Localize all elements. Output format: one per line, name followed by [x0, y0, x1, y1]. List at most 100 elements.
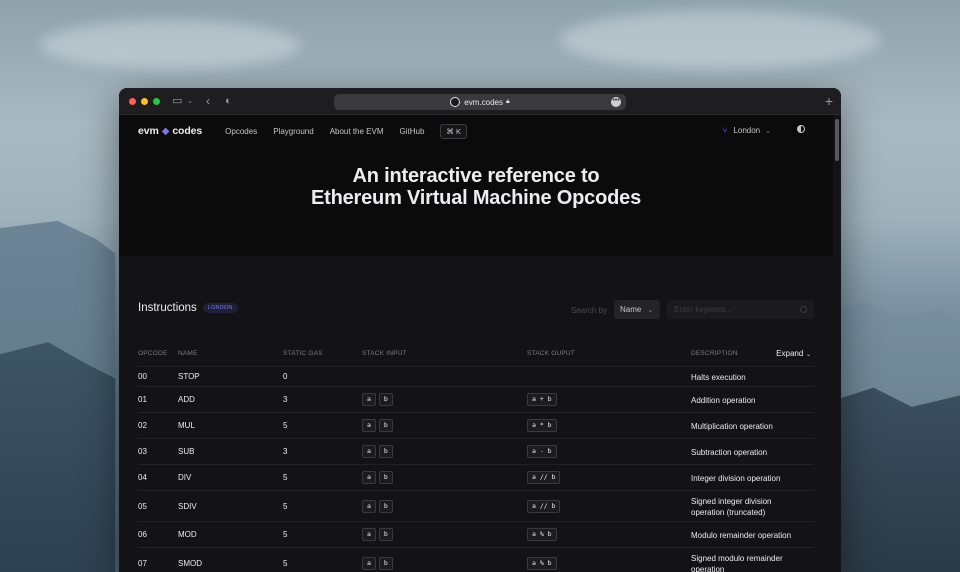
new-tab-button[interactable]: +: [825, 93, 833, 109]
stack-input-item: b: [378, 419, 393, 432]
table-row[interactable]: 02 MUL 5 a b a * b Multiplication operation: [138, 412, 814, 438]
table-row[interactable]: 00 STOP 0 Halts execution: [138, 366, 814, 386]
hero-title: An interactive reference to Ethereum Vir…: [311, 165, 641, 209]
table-row[interactable]: 01 ADD 3 a b a + b Addition operation: [138, 386, 814, 412]
scrollbar-thumb[interactable]: [835, 119, 839, 161]
stack-input-cell: ab: [362, 556, 396, 570]
name-cell: MOD: [178, 530, 197, 539]
search-by-select[interactable]: Name ⌄: [614, 300, 660, 319]
fork-badge: LONDON: [202, 303, 238, 313]
hero: An interactive reference to Ethereum Vir…: [119, 147, 833, 256]
opcode-cell: 07: [138, 558, 147, 568]
column-header-stack-input: STACK INPUT: [362, 350, 407, 357]
theme-toggle-icon[interactable]: [797, 125, 805, 133]
description-cell: Subtraction operation: [691, 448, 768, 457]
top-nav: evm ◆ codes Opcodes Playground About the…: [119, 115, 833, 147]
sidebar-toggle-icon[interactable]: ▭: [172, 95, 182, 108]
stack-input-cell: ab: [362, 471, 396, 484]
column-header-opcode[interactable]: OPCODE: [138, 350, 167, 357]
opcode-table: 00 STOP 0 Halts execution 01 ADD 3 a b a + b Addit…: [138, 366, 814, 572]
gas-cell: 3: [283, 395, 288, 404]
description-cell: Addition operation: [691, 396, 756, 405]
browser-toolbar: ▭ ⌄ ‹ ◐ evm.codes 🔒︎ ••• +: [119, 88, 841, 115]
gas-cell: 5: [283, 473, 288, 482]
table-row[interactable]: 06 MOD 5 a b a % b Modulo remainder operation: [138, 521, 814, 547]
nav-link-opcodes[interactable]: Opcodes: [225, 127, 257, 136]
stack-input-cell: ab: [362, 528, 396, 541]
opcode-cell: 01: [138, 395, 147, 404]
name-cell: ADD: [178, 395, 195, 404]
scrollbar[interactable]: [833, 115, 841, 572]
logo-left: evm: [138, 125, 159, 137]
chevron-down-icon[interactable]: ⌄: [187, 95, 193, 108]
gas-cell: 5: [283, 530, 288, 539]
stack-output-cell: a % b: [527, 556, 560, 570]
description-cell: Integer division operation: [691, 474, 781, 483]
table-row[interactable]: 03 SUB 3 a b a - b Subtraction operation: [138, 438, 814, 464]
shield-icon[interactable]: ◐: [225, 95, 232, 108]
name-cell: SDIV: [178, 501, 197, 511]
search-by-value: Name: [620, 305, 642, 314]
stack-input-item: a: [362, 499, 376, 513]
description-cell: Halts execution: [691, 373, 746, 382]
gas-cell: 5: [283, 421, 288, 430]
chevron-down-icon: ⌄: [804, 352, 811, 358]
nav-link-github[interactable]: GitHub: [400, 127, 425, 136]
search-shortcut-button[interactable]: ⌘ K: [440, 123, 467, 139]
chevron-down-icon: ⌄: [647, 306, 654, 314]
hero-title-line-1: An interactive reference to: [352, 165, 600, 187]
close-window-button[interactable]: [129, 98, 136, 105]
opcode-cell: 06: [138, 530, 147, 539]
column-header-stack-output: STACK OUPUT: [527, 350, 575, 357]
opcode-cell: 02: [138, 421, 147, 430]
fork-selector[interactable]: ⑂ London ⌄: [723, 126, 771, 135]
stack-input-item: a: [362, 471, 376, 484]
table-row[interactable]: 04 DIV 5 a b a // b Integer division operation: [138, 464, 814, 490]
stack-output-cell: a // b: [527, 471, 563, 484]
nav-link-playground[interactable]: Playground: [273, 127, 313, 136]
stack-input-cell: ab: [362, 499, 396, 513]
hero-title-line-2: Ethereum Virtual Machine Opcodes: [311, 187, 641, 209]
stack-input-item: a: [362, 556, 376, 570]
ethereum-icon: ◆: [161, 125, 170, 137]
lock-icon: 🔒︎: [505, 98, 510, 105]
stack-input-item: a: [362, 393, 376, 406]
minimize-window-button[interactable]: [141, 98, 148, 105]
stack-output-cell: a - b: [527, 445, 560, 458]
address-bar[interactable]: evm.codes 🔒︎ •••: [334, 94, 626, 110]
table-row[interactable]: 07 SMOD 5 a b a % b Signed modulo remainder op…: [138, 547, 814, 572]
chevron-down-icon: ⌄: [765, 127, 771, 135]
search-input[interactable]: [667, 300, 814, 319]
zoom-window-button[interactable]: [153, 98, 160, 105]
table-row[interactable]: 05 SDIV 5 a b a // b Signed integer division o…: [138, 490, 814, 521]
stack-input-item: b: [378, 556, 393, 570]
fork-icon: ⑂: [722, 126, 728, 135]
description-cell: Signed modulo remainder operation: [691, 553, 783, 572]
search-by-label: Search by: [571, 306, 608, 315]
name-cell: SUB: [178, 447, 195, 456]
opcode-cell: 05: [138, 501, 147, 511]
name-cell: DIV: [178, 473, 192, 482]
cloud: [560, 10, 880, 70]
nav-link-about[interactable]: About the EVM: [330, 127, 384, 136]
stack-output-item: a % b: [527, 556, 557, 570]
expand-button[interactable]: Expand ⌄: [776, 349, 811, 358]
stack-input-cell: ab: [362, 419, 396, 432]
expand-label: Expand: [776, 349, 804, 358]
name-cell: MUL: [178, 421, 195, 430]
cloud: [40, 20, 300, 70]
stack-output-cell: a // b: [527, 499, 563, 513]
name-cell: SMOD: [178, 558, 202, 568]
description-cell: Signed integer division operation (trunc…: [691, 496, 772, 517]
column-header-gas[interactable]: STATIC GAS: [283, 350, 323, 357]
column-header-name[interactable]: NAME: [178, 350, 198, 357]
back-icon[interactable]: ‹: [206, 95, 210, 108]
description-cell: Modulo remainder operation: [691, 531, 792, 540]
more-icon[interactable]: •••: [611, 97, 621, 107]
name-cell: STOP: [178, 372, 200, 381]
opcode-cell: 03: [138, 447, 147, 456]
browser-window: ▭ ⌄ ‹ ◐ evm.codes 🔒︎ ••• + evm ◆ codes O…: [119, 88, 841, 572]
logo[interactable]: evm ◆ codes: [138, 125, 202, 137]
url-text: evm.codes: [464, 97, 503, 107]
gas-cell: 3: [283, 447, 288, 456]
